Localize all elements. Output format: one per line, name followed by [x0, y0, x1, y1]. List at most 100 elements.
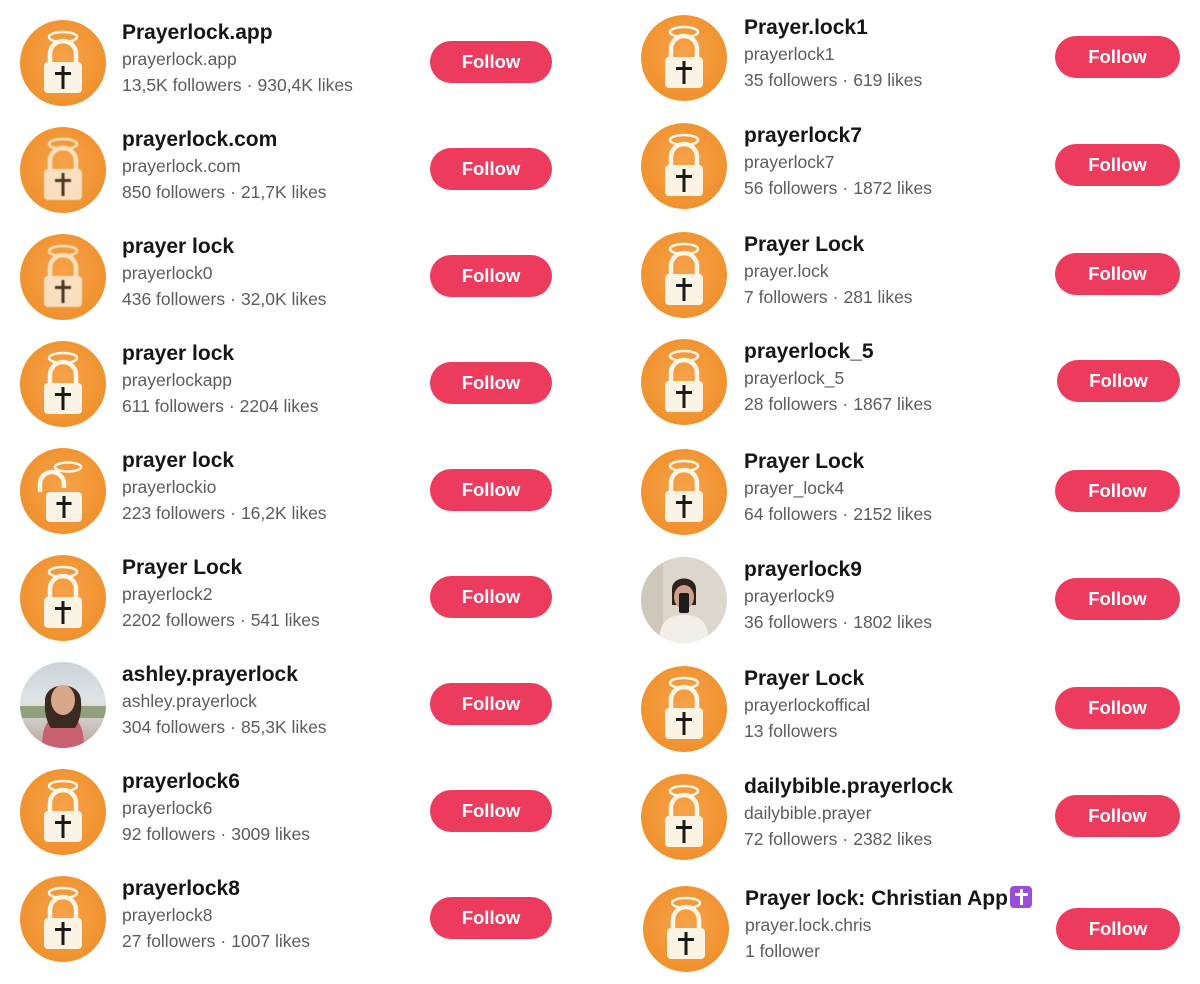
followers-count: 35 followers	[744, 70, 838, 90]
separator: ·	[246, 75, 253, 95]
follow-button[interactable]: Follow	[430, 576, 552, 618]
avatar-lock-icon[interactable]	[20, 127, 106, 213]
display-name[interactable]: prayerlock_5	[744, 339, 932, 365]
follow-button[interactable]: Follow	[1055, 687, 1180, 729]
follow-button[interactable]: Follow	[430, 683, 552, 725]
likes-count: 2382 likes	[853, 829, 933, 849]
avatar-lock-icon[interactable]	[643, 886, 729, 972]
account-row[interactable]: prayerlock9 prayerlock9 36 followers · 180…	[620, 551, 1200, 651]
account-info: Prayer Lock prayer_lock4 64 followers · 21…	[744, 449, 932, 527]
account-row[interactable]: prayer lock prayerlock0 436 followers · 32…	[0, 228, 600, 328]
follow-button[interactable]: Follow	[430, 790, 552, 832]
display-name[interactable]: Prayer.lock1	[744, 15, 922, 41]
display-name-row[interactable]: Prayer lock: Christian App	[745, 886, 1032, 912]
display-name[interactable]: prayer lock	[122, 448, 327, 474]
likes-count: 85,3K likes	[240, 717, 327, 737]
avatar-lock-icon[interactable]	[641, 449, 727, 535]
display-name[interactable]: prayerlock6	[122, 769, 310, 795]
display-name[interactable]: dailybible.prayerlock	[744, 774, 953, 800]
follow-button[interactable]: Follow	[430, 255, 552, 297]
separator: ·	[842, 504, 849, 524]
likes-count: 1872 likes	[853, 178, 933, 198]
account-row[interactable]: Prayerlock.app prayerlock.app 13,5K foll…	[0, 14, 600, 114]
account-row[interactable]: Prayer Lock prayer.lock 7 followers · 281 …	[620, 226, 1200, 326]
followers-count: 13,5K followers	[122, 75, 242, 95]
account-stats: 27 followers · 1007 likes	[122, 928, 310, 954]
avatar-lock-icon[interactable]	[20, 876, 106, 962]
follow-button[interactable]: Follow	[1057, 360, 1180, 402]
account-row[interactable]: Prayer Lock prayerlock2 2202 followers · 5…	[0, 549, 600, 649]
follow-button[interactable]: Follow	[1055, 36, 1180, 78]
account-row[interactable]: Prayer Lock prayerlockoffical 13 followe…	[620, 660, 1200, 760]
avatar-lock-icon[interactable]	[641, 666, 727, 752]
avatar-lock-icon[interactable]	[641, 339, 727, 425]
avatar-lock-icon[interactable]	[641, 123, 727, 209]
likes-count: 16,2K likes	[240, 503, 327, 523]
follow-button[interactable]: Follow	[430, 362, 552, 404]
follow-button[interactable]: Follow	[1055, 470, 1180, 512]
avatar-open-lock-icon[interactable]	[20, 448, 106, 534]
display-name[interactable]: prayerlock9	[744, 557, 932, 583]
account-row[interactable]: prayerlock7 prayerlock7 56 followers · 187…	[620, 117, 1200, 217]
account-row[interactable]: dailybible.prayerlock dailybible.prayer …	[620, 768, 1200, 868]
likes-count: 2204 likes	[239, 396, 319, 416]
display-name[interactable]: ashley.prayerlock	[122, 662, 327, 688]
follow-button[interactable]: Follow	[1055, 144, 1180, 186]
display-name[interactable]: Prayerlock.app	[122, 20, 353, 46]
likes-count: 930,4K likes	[257, 75, 353, 95]
display-name[interactable]: prayerlock8	[122, 876, 310, 902]
likes-count: 281 likes	[843, 287, 913, 307]
avatar-lock-icon[interactable]	[20, 341, 106, 427]
follow-button[interactable]: Follow	[430, 148, 552, 190]
display-name[interactable]: prayer lock	[122, 341, 318, 367]
account-info: prayerlock.com prayerlock.com 850 follow…	[122, 127, 327, 205]
avatar-lock-icon[interactable]	[641, 774, 727, 860]
avatar-lock-icon[interactable]	[641, 15, 727, 101]
follow-button[interactable]: Follow	[430, 469, 552, 511]
avatar-lock-icon[interactable]	[641, 232, 727, 318]
likes-count: 1802 likes	[853, 612, 933, 632]
display-name[interactable]: Prayer Lock	[122, 555, 320, 581]
followers-count: 27 followers	[122, 931, 216, 951]
likes-count: 619 likes	[853, 70, 923, 90]
display-name[interactable]: Prayer Lock	[744, 232, 913, 258]
account-row[interactable]: prayerlock8 prayerlock8 27 followers · 100…	[0, 870, 600, 970]
avatar-person-photo[interactable]	[641, 557, 727, 643]
avatar-person-photo[interactable]	[20, 662, 106, 748]
follow-button[interactable]: Follow	[1055, 795, 1180, 837]
account-stats: 1 follower	[745, 938, 1032, 964]
follow-button[interactable]: Follow	[1055, 253, 1180, 295]
account-row[interactable]: prayer lock prayerlockio 223 followers · 1…	[0, 442, 600, 542]
account-row[interactable]: prayerlock6 prayerlock6 92 followers · 300…	[0, 763, 600, 863]
display-name[interactable]: prayer lock	[122, 234, 327, 260]
account-stats: 36 followers · 1802 likes	[744, 609, 932, 635]
avatar-lock-icon[interactable]	[20, 20, 106, 106]
account-row[interactable]: ashley.prayerlock ashley.prayerlock 304 …	[0, 656, 600, 756]
display-name[interactable]: Prayer Lock	[744, 449, 932, 475]
account-stats: 436 followers · 32,0K likes	[122, 286, 327, 312]
account-info: prayer lock prayerlockio 223 followers · 1…	[122, 448, 327, 526]
likes-count: 32,0K likes	[240, 289, 327, 309]
avatar-lock-icon[interactable]	[20, 769, 106, 855]
account-row[interactable]: prayerlock_5 prayerlock_5 28 followers · 1…	[620, 333, 1200, 433]
likes-count: 541 likes	[250, 610, 320, 630]
follow-button[interactable]: Follow	[430, 41, 552, 83]
separator: ·	[239, 610, 246, 630]
avatar-lock-icon[interactable]	[20, 234, 106, 320]
follow-button[interactable]: Follow	[1055, 578, 1180, 620]
follow-button[interactable]: Follow	[430, 897, 552, 939]
display-name[interactable]: prayerlock.com	[122, 127, 327, 153]
account-row[interactable]: prayer lock prayerlockapp 611 followers ·…	[0, 335, 600, 435]
display-name[interactable]: Prayer Lock	[744, 666, 870, 692]
username: prayerlockapp	[122, 370, 232, 390]
account-stats: 13,5K followers · 930,4K likes	[122, 72, 353, 98]
account-row[interactable]: Prayer Lock prayer_lock4 64 followers · 21…	[620, 443, 1200, 543]
display-name[interactable]: prayerlock7	[744, 123, 932, 149]
account-row[interactable]: prayerlock.com prayerlock.com 850 follow…	[0, 121, 600, 221]
account-row[interactable]: Prayer lock: Christian App prayer.lock.c…	[620, 880, 1200, 980]
follow-button[interactable]: Follow	[1056, 908, 1180, 950]
likes-count: 1007 likes	[231, 931, 311, 951]
separator: ·	[228, 396, 235, 416]
account-row[interactable]: Prayer.lock1 prayerlock1 35 followers · 61…	[620, 9, 1200, 109]
avatar-lock-icon[interactable]	[20, 555, 106, 641]
